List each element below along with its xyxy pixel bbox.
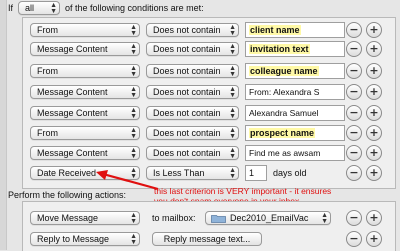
popup-arrows-icon: ▲ ▼ [229, 43, 236, 56]
popup-arrows-icon: ▲ ▼ [130, 43, 137, 56]
popup-arrows-icon: ▲ ▼ [229, 127, 236, 140]
condition-operator-popup[interactable]: Does not contain ▲ ▼ [146, 85, 239, 99]
condition-row: Message Content ▲ ▼ Does not contain ▲ ▼ inv… [30, 41, 384, 57]
days-input[interactable]: 1 [245, 165, 267, 181]
popup-arrows-icon: ▲ ▼ [229, 65, 236, 78]
action-type-popup[interactable]: Reply to Message ▲ ▼ [30, 232, 140, 246]
days-unit-label: days old [273, 168, 307, 178]
remove-condition-button[interactable]: − [346, 105, 362, 121]
condition-value-field[interactable]: Find me as awsam [245, 145, 345, 161]
add-condition-button[interactable]: + [366, 125, 382, 141]
condition-value-field[interactable]: Alexandra Samuel [245, 105, 345, 121]
match-all-popup[interactable]: all ▲ ▼ [18, 1, 61, 15]
popup-arrows-icon: ▲ ▼ [229, 107, 236, 120]
popup-arrows-icon: ▲ ▼ [50, 2, 58, 15]
popup-arrows-icon: ▲ ▼ [130, 24, 137, 37]
condition-field-popup[interactable]: Date Received ▲ ▼ [30, 166, 140, 180]
condition-operator-popup[interactable]: Does not contain ▲ ▼ [146, 146, 239, 160]
condition-field-popup[interactable]: Message Content ▲ ▼ [30, 42, 140, 56]
popup-arrows-icon: ▲ ▼ [130, 167, 137, 180]
condition-row: Message Content ▲ ▼ Does not contain ▲ ▼ Ale… [30, 105, 384, 121]
condition-value-field[interactable]: colleague name [245, 63, 345, 79]
popup-arrows-icon: ▲ ▼ [321, 212, 328, 225]
action-row: Move Message ▲ ▼ to mailbox: Dec2010_Email… [30, 210, 384, 226]
condition-row: From ▲ ▼ Does not contain ▲ ▼ colleague name… [30, 63, 384, 79]
add-condition-button[interactable]: + [366, 165, 382, 181]
condition-row: Message Content ▲ ▼ Does not contain ▲ ▼ Fro… [30, 84, 384, 100]
popup-arrows-icon: ▲ ▼ [130, 65, 137, 78]
condition-operator-popup[interactable]: Does not contain ▲ ▼ [146, 42, 239, 56]
condition-row: Message Content ▲ ▼ Does not contain ▲ ▼ Fin… [30, 145, 384, 161]
remove-condition-button[interactable]: − [346, 145, 362, 161]
popup-arrows-icon: ▲ ▼ [130, 147, 137, 160]
date-condition-row: Date Received ▲ ▼ Is Less Than ▲ ▼ 1 days ol… [30, 165, 384, 181]
if-label: If [8, 3, 14, 13]
condition-row: From ▲ ▼ Does not contain ▲ ▼ prospect name … [30, 125, 384, 141]
action-row: Reply to Message ▲ ▼ Reply message text...… [30, 231, 384, 247]
condition-field-popup[interactable]: Message Content ▲ ▼ [30, 146, 140, 160]
to-mailbox-label: to mailbox: [152, 213, 196, 223]
mailbox-popup[interactable]: Dec2010_EmailVac ▲ ▼ [205, 211, 331, 225]
condition-value-field[interactable]: client name [245, 22, 345, 38]
remove-condition-button[interactable]: − [346, 165, 362, 181]
condition-operator-popup[interactable]: Does not contain ▲ ▼ [146, 64, 239, 78]
add-condition-button[interactable]: + [366, 41, 382, 57]
actions-label: Perform the following actions: [8, 190, 127, 200]
condition-value-field[interactable]: invitation text [245, 41, 345, 57]
condition-operator-popup[interactable]: Does not contain ▲ ▼ [146, 126, 239, 140]
add-condition-button[interactable]: + [366, 84, 382, 100]
add-condition-button[interactable]: + [366, 145, 382, 161]
remove-condition-button[interactable]: − [346, 22, 362, 38]
popup-arrows-icon: ▲ ▼ [229, 24, 236, 37]
add-condition-button[interactable]: + [366, 22, 382, 38]
action-type-popup[interactable]: Move Message ▲ ▼ [30, 211, 140, 225]
add-action-button[interactable]: + [366, 210, 382, 226]
reply-message-text-button[interactable]: Reply message text... [152, 232, 262, 246]
popup-arrows-icon: ▲ ▼ [229, 167, 236, 180]
remove-condition-button[interactable]: − [346, 84, 362, 100]
add-action-button[interactable]: + [366, 231, 382, 247]
condition-field-popup[interactable]: Message Content ▲ ▼ [30, 106, 140, 120]
sidebar-strip [0, 0, 7, 250]
condition-operator-popup[interactable]: Does not contain ▲ ▼ [146, 106, 239, 120]
popup-arrows-icon: ▲ ▼ [130, 233, 137, 246]
condition-value-field[interactable]: From: Alexandra S [245, 84, 345, 100]
condition-field-popup[interactable]: From ▲ ▼ [30, 126, 140, 140]
condition-row: From ▲ ▼ Does not contain ▲ ▼ client name − … [30, 22, 384, 38]
popup-arrows-icon: ▲ ▼ [130, 107, 137, 120]
conditions-label: of the following conditions are met: [65, 3, 204, 13]
rule-header: If all ▲ ▼ of the following conditions ar… [8, 1, 204, 15]
condition-value-field[interactable]: prospect name [245, 125, 345, 141]
popup-arrows-icon: ▲ ▼ [229, 147, 236, 160]
remove-action-button[interactable]: − [346, 231, 362, 247]
remove-action-button[interactable]: − [346, 210, 362, 226]
add-condition-button[interactable]: + [366, 63, 382, 79]
condition-field-popup[interactable]: From ▲ ▼ [30, 23, 140, 37]
folder-icon [211, 215, 226, 223]
condition-field-popup[interactable]: Message Content ▲ ▼ [30, 85, 140, 99]
remove-condition-button[interactable]: − [346, 41, 362, 57]
condition-field-popup[interactable]: From ▲ ▼ [30, 64, 140, 78]
condition-operator-popup[interactable]: Is Less Than ▲ ▼ [146, 166, 239, 180]
remove-condition-button[interactable]: − [346, 63, 362, 79]
popup-arrows-icon: ▲ ▼ [130, 127, 137, 140]
popup-arrows-icon: ▲ ▼ [130, 86, 137, 99]
popup-arrows-icon: ▲ ▼ [130, 212, 137, 225]
add-condition-button[interactable]: + [366, 105, 382, 121]
condition-operator-popup[interactable]: Does not contain ▲ ▼ [146, 23, 239, 37]
popup-arrows-icon: ▲ ▼ [229, 86, 236, 99]
remove-condition-button[interactable]: − [346, 125, 362, 141]
